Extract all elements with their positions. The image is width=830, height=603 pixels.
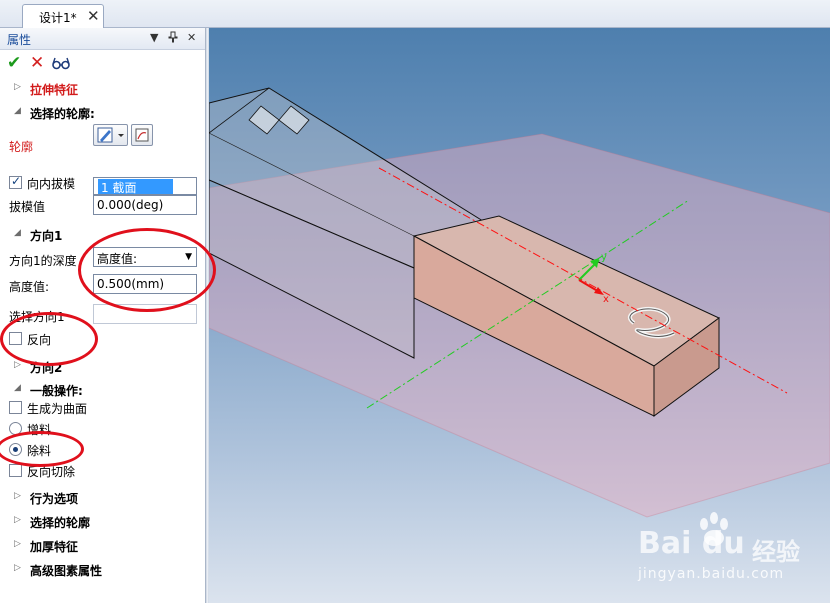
collapse-triangle-icon: ◢	[14, 106, 21, 116]
inward-draft-row[interactable]: 向内拔模	[0, 173, 205, 193]
section-direction1-label: 方向1	[30, 229, 63, 243]
watermark-url: jingyan.baidu.com	[638, 566, 785, 582]
make-surface-label: 生成为曲面	[27, 402, 88, 416]
ok-check-icon[interactable]: ✔	[7, 53, 21, 73]
section-advanced-props[interactable]: ▷ 高级图素属性	[0, 561, 205, 581]
expand-triangle-icon: ▷	[14, 360, 21, 370]
expand-triangle-icon: ▷	[14, 82, 21, 92]
expand-triangle-icon: ▷	[14, 539, 21, 549]
document-tab-bar: 设计1* ✕	[0, 0, 830, 28]
tab-close-icon[interactable]: ✕	[87, 7, 100, 25]
axis-label-x: x	[603, 294, 609, 305]
curve-select-button[interactable]	[131, 124, 153, 146]
section-behavior-options-label: 行为选项	[30, 492, 79, 506]
section-selected-contour-label: 选择的轮廓:	[30, 107, 95, 121]
draft-value-input[interactable]: 0.000(deg)	[93, 195, 197, 215]
section-thicken-feature-label: 加厚特征	[30, 540, 79, 554]
make-surface-checkbox[interactable]	[9, 401, 22, 414]
height-value-label: 高度值:	[9, 280, 50, 294]
collapse-triangle-icon: ◢	[14, 228, 21, 238]
panel-action-bar: ✔ ✕	[0, 51, 205, 77]
section-selected-contour-2[interactable]: ▷ 选择的轮廓	[0, 513, 205, 533]
panel-close-icon[interactable]: ✕	[187, 31, 196, 44]
cancel-x-icon[interactable]: ✕	[30, 53, 44, 73]
section-extrude-feature[interactable]: ▷ 拉伸特征	[0, 80, 205, 100]
expand-triangle-icon: ▷	[14, 515, 21, 525]
dropdown-icon[interactable]: ▼	[150, 31, 158, 44]
annotation-circle-depth	[78, 228, 216, 312]
section-selected-contour[interactable]: ◢ 选择的轮廓:	[0, 104, 205, 124]
section-thicken-feature[interactable]: ▷ 加厚特征	[0, 537, 205, 557]
baidu-watermark: Bai du 经验 jingyan.baidu.com	[634, 512, 830, 598]
watermark-cn: 经验	[752, 538, 800, 566]
contour-label: 轮廓	[9, 140, 34, 154]
panel-title: 属性	[7, 33, 32, 47]
inward-draft-checkbox[interactable]	[9, 174, 22, 189]
collapse-triangle-icon: ◢	[14, 383, 21, 393]
inward-draft-label: 向内拔模	[27, 177, 76, 191]
direction1-depth-label: 方向1的深度	[9, 254, 77, 268]
watermark-brand: Bai du	[638, 526, 745, 561]
annotation-circle-remove	[0, 431, 84, 467]
reverse-cut-checkbox[interactable]	[9, 464, 22, 477]
pin-icon[interactable]	[168, 31, 178, 46]
sketch-pick-button[interactable]	[93, 124, 128, 146]
expand-triangle-icon: ▷	[14, 491, 21, 501]
design-viewport[interactable]: y x	[209, 28, 830, 603]
section-behavior-options[interactable]: ▷ 行为选项	[0, 489, 205, 509]
model-scene: y x	[209, 87, 830, 518]
annotation-circle-reverse	[0, 312, 98, 366]
document-tab[interactable]: 设计1* ✕	[22, 4, 104, 28]
document-tab-title: 设计1*	[39, 11, 77, 25]
panel-title-bar: 属性 ▼ ✕	[0, 28, 205, 50]
preview-glasses-icon[interactable]	[52, 55, 70, 75]
make-surface-row[interactable]: 生成为曲面	[0, 398, 205, 418]
section-general-ops-label: 一般操作:	[30, 384, 83, 398]
axis-label-y: y	[601, 252, 607, 263]
section-advanced-props-label: 高级图素属性	[30, 564, 103, 578]
expand-triangle-icon: ▷	[14, 563, 21, 573]
draft-value-label: 拔模值	[9, 200, 46, 214]
section-extrude-feature-label: 拉伸特征	[30, 83, 79, 97]
section-selected-contour-2-label: 选择的轮廓	[30, 516, 91, 530]
